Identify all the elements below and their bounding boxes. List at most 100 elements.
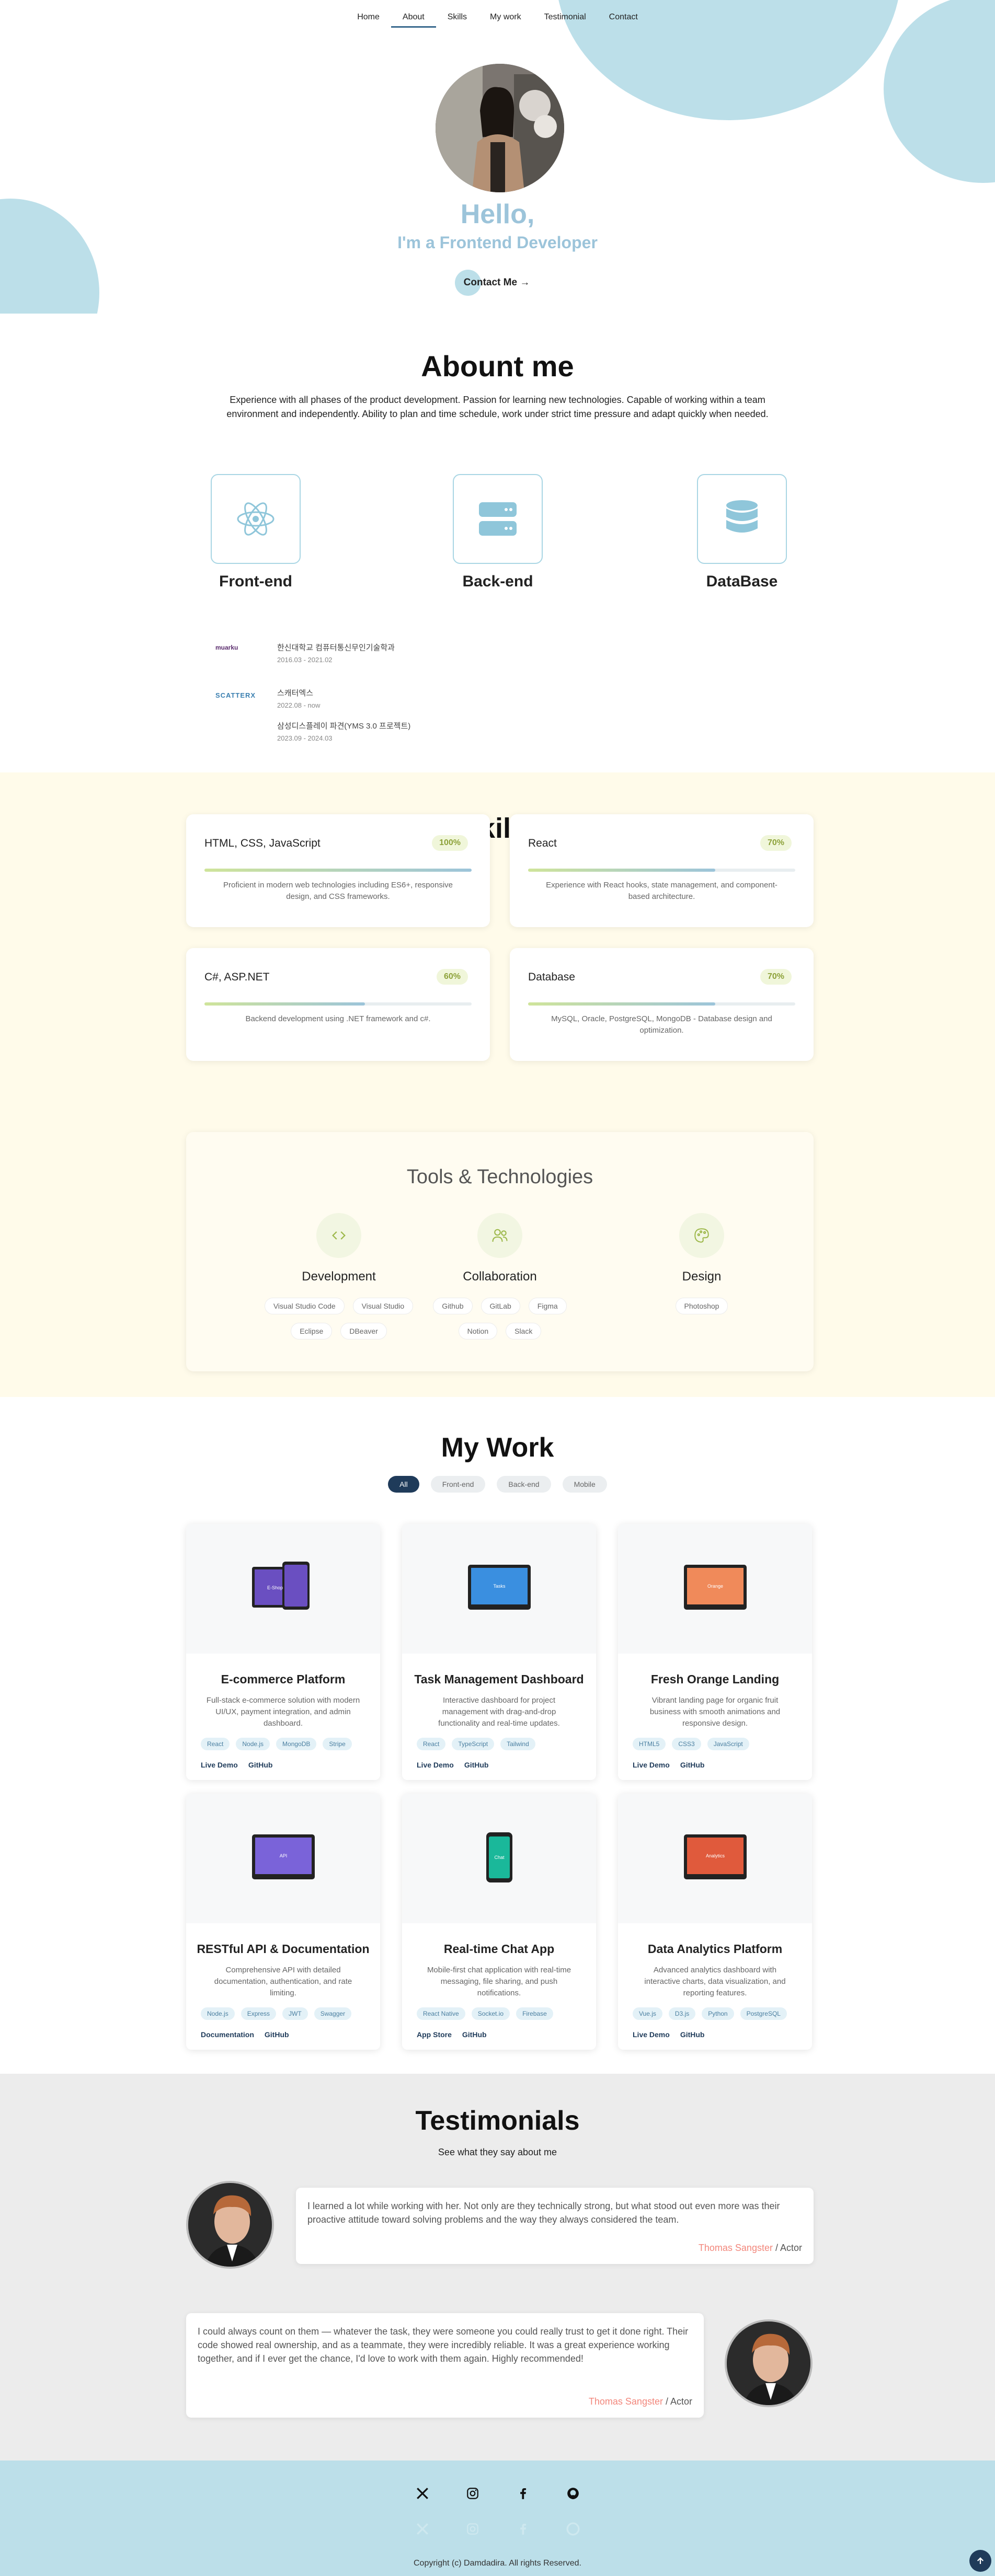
tool-chips: Visual Studio Code Visual Studio Eclipse DB… bbox=[258, 1298, 420, 1339]
skill-progress-track bbox=[528, 1002, 795, 1006]
work-title: My Work bbox=[441, 1433, 554, 1463]
project-thumbnail: Orange bbox=[618, 1524, 812, 1654]
tool-group-design: Design Photoshop bbox=[621, 1213, 783, 1314]
react-atom-icon bbox=[237, 502, 275, 536]
skill-description: MySQL, Oracle, PostgreSQL, MongoDB - Dat… bbox=[551, 1014, 772, 1035]
project-link-documentation[interactable]: Documentation bbox=[201, 2030, 254, 2039]
tool-chip: Notion bbox=[458, 1323, 498, 1339]
skill-percent-badge: 70% bbox=[760, 969, 792, 985]
hero-subtitle: I'm a Frontend Developer bbox=[397, 233, 598, 252]
nav-item-home[interactable]: Home bbox=[346, 13, 391, 28]
project-tag: Python bbox=[702, 2007, 734, 2020]
tool-group-collaboration: Collaboration Github GitLab Figma Notion Slac… bbox=[419, 1213, 581, 1339]
education-title: 삼성디스플레이 파견(YMS 3.0 프로젝트) bbox=[277, 722, 411, 731]
project-title: Task Management Dashboard bbox=[414, 1672, 584, 1686]
tool-chip: Visual Studio bbox=[352, 1298, 414, 1314]
project-tag: React bbox=[201, 1738, 230, 1750]
project-tag: Firebase bbox=[516, 2007, 553, 2020]
skill-progress-fill bbox=[528, 869, 715, 872]
instagram-icon[interactable] bbox=[466, 2487, 479, 2503]
project-links: App Store GitHub bbox=[417, 2030, 581, 2039]
nav-item-contact[interactable]: Contact bbox=[598, 13, 649, 28]
nav-item-about[interactable]: About bbox=[391, 13, 436, 28]
project-tag: Swagger bbox=[314, 2007, 352, 2020]
skill-progress-track bbox=[528, 869, 795, 872]
avatar bbox=[725, 2319, 813, 2407]
skill-description: Proficient in modern web technologies in… bbox=[223, 881, 453, 901]
project-tag: Tailwind bbox=[500, 1738, 535, 1750]
project-card: Analytics Data Analytics Platform Advanced… bbox=[618, 1794, 812, 2050]
nav-item-testimonial[interactable]: Testimonial bbox=[533, 13, 598, 28]
project-link-live-demo[interactable]: Live Demo bbox=[633, 1761, 670, 1769]
frontend-card bbox=[211, 474, 301, 564]
skill-card: HTML, CSS, JavaScript 100% Proficient in m… bbox=[186, 814, 490, 927]
project-link-github[interactable]: GitHub bbox=[462, 2030, 487, 2039]
project-link-live-demo[interactable]: Live Demo bbox=[633, 2030, 670, 2039]
project-link-github[interactable]: GitHub bbox=[464, 1761, 489, 1769]
skills-section: Skills HTML, CSS, JavaScript 100% Proficie… bbox=[0, 772, 995, 1397]
nav-item-my-work[interactable]: My work bbox=[478, 13, 533, 28]
project-tag: TypeScript bbox=[452, 1738, 495, 1750]
footer: Copyright (c) Damdadira. All rights Rese… bbox=[0, 2461, 995, 2576]
skill-card: C#, ASP.NET 60% Backend development using … bbox=[186, 948, 490, 1061]
x-icon[interactable] bbox=[416, 2487, 429, 2503]
project-tags: React TypeScript Tailwind bbox=[417, 1738, 581, 1750]
education-title: 한신대학교 컴퓨터통신무인기술학과 bbox=[277, 643, 395, 652]
project-card: Tasks Task Management Dashboard Interactiv… bbox=[402, 1524, 596, 1780]
project-tags: React Node.js MongoDB Stripe bbox=[201, 1738, 365, 1750]
tool-chips: Photoshop bbox=[621, 1298, 783, 1314]
server-icon bbox=[479, 502, 517, 536]
users-icon bbox=[477, 1213, 522, 1258]
education-date: 2016.03 - 2021.02 bbox=[277, 656, 333, 664]
database-card bbox=[697, 474, 787, 564]
project-link-live-demo[interactable]: Live Demo bbox=[201, 1761, 238, 1769]
code-icon bbox=[316, 1213, 361, 1258]
filter-all[interactable]: All bbox=[388, 1476, 419, 1493]
education-date: 2023.09 - 2024.03 bbox=[277, 734, 333, 742]
nav-item-skills[interactable]: Skills bbox=[436, 13, 478, 28]
project-tag: PostgreSQL bbox=[740, 2007, 787, 2020]
testimonials-title: Testimonials bbox=[415, 2106, 580, 2136]
skill-percent-badge: 70% bbox=[760, 835, 792, 851]
about-paragraph: Experience with all phases of the produc… bbox=[226, 395, 769, 419]
skill-description: Backend development using .NET framework… bbox=[245, 1014, 431, 1023]
testimonial-text: I learned a lot while working with her. … bbox=[307, 2201, 780, 2225]
contact-me-button[interactable]: Contact Me → bbox=[455, 270, 539, 296]
project-link-github[interactable]: GitHub bbox=[680, 2030, 705, 2039]
project-link-app-store[interactable]: App Store bbox=[417, 2030, 452, 2039]
tool-chip: Visual Studio Code bbox=[264, 1298, 345, 1314]
project-link-github[interactable]: GitHub bbox=[265, 2030, 289, 2039]
project-link-github[interactable]: GitHub bbox=[680, 1761, 705, 1769]
filter-back-end[interactable]: Back-end bbox=[497, 1476, 551, 1493]
project-tags: Node.js Express JWT Swagger bbox=[201, 2007, 365, 2020]
thumbnail-screen-label: E-Shop bbox=[267, 1585, 283, 1590]
project-tag: React bbox=[417, 1738, 446, 1750]
scroll-top-button[interactable] bbox=[969, 2550, 991, 2572]
thumbnail-screen-label: Tasks bbox=[493, 1584, 506, 1589]
skills-title: Skills bbox=[460, 813, 535, 844]
filter-front-end[interactable]: Front-end bbox=[430, 1476, 486, 1493]
tool-chip: Eclipse bbox=[291, 1323, 333, 1339]
project-description: Advanced analytics dashboard with intera… bbox=[644, 1966, 786, 1997]
facebook-icon[interactable] bbox=[516, 2487, 530, 2503]
work-filters: All Front-end Back-end Mobile bbox=[0, 1476, 995, 1493]
project-thumbnail: Tasks bbox=[402, 1524, 596, 1654]
github-icon[interactable] bbox=[566, 2487, 580, 2503]
project-tag: MongoDB bbox=[276, 1738, 317, 1750]
tool-group-name: Design bbox=[682, 1269, 722, 1284]
filter-mobile[interactable]: Mobile bbox=[562, 1476, 607, 1493]
instagram-icon bbox=[466, 2522, 479, 2538]
skill-percent-badge: 100% bbox=[432, 835, 468, 851]
project-description: Comprehensive API with detailed document… bbox=[214, 1966, 352, 1997]
project-title: Data Analytics Platform bbox=[647, 1942, 783, 1956]
palette-icon bbox=[679, 1213, 724, 1258]
skill-card: React 70% Experience with React hooks, sta… bbox=[510, 814, 814, 927]
project-link-live-demo[interactable]: Live Demo bbox=[417, 1761, 454, 1769]
top-nav: Home About Skills My work Testimonial Contact bbox=[0, 0, 995, 31]
project-card: Chat Real-time Chat App Mobile-first chat … bbox=[402, 1794, 596, 2050]
project-card: Orange Fresh Orange Landing Vibrant landin… bbox=[618, 1524, 812, 1780]
skill-card: Database 70% MySQL, Oracle, PostgreSQL, Mo… bbox=[510, 948, 814, 1061]
project-tag: CSS3 bbox=[672, 1738, 701, 1750]
project-link-github[interactable]: GitHub bbox=[248, 1761, 273, 1769]
tool-chip: Photoshop bbox=[675, 1298, 728, 1314]
